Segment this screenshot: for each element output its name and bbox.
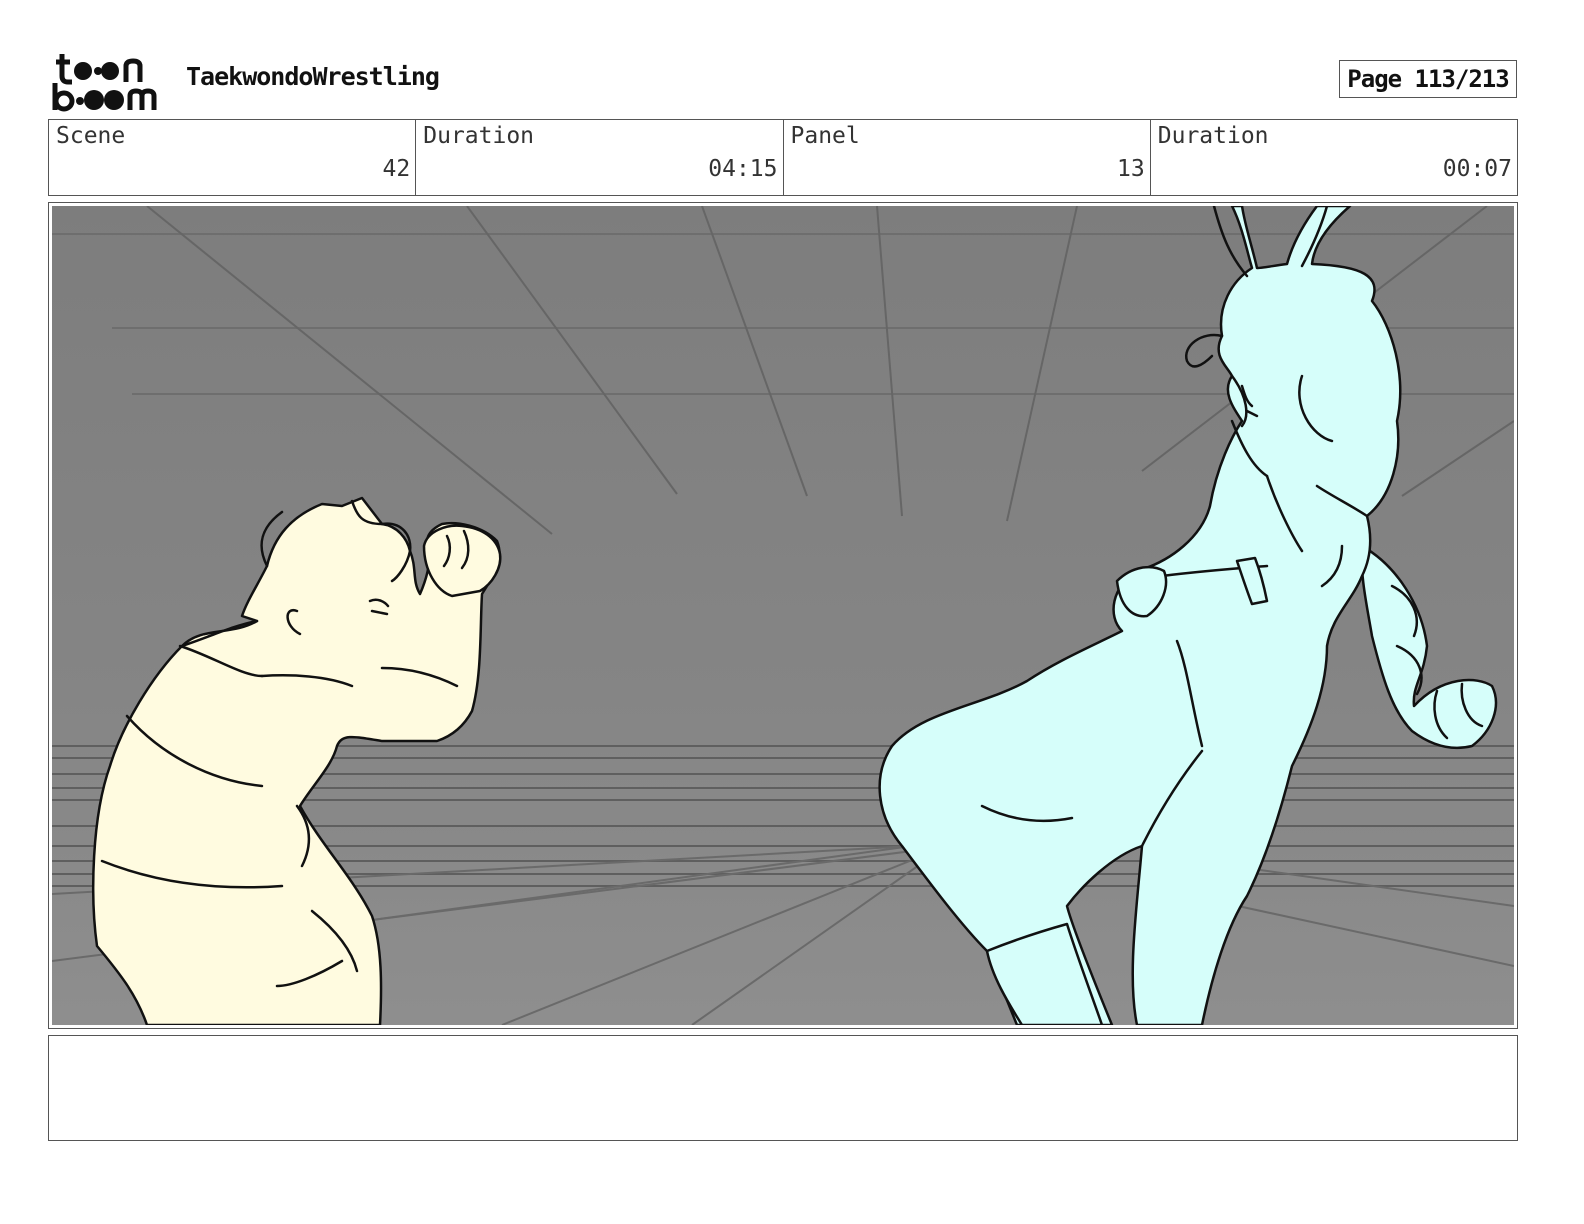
- storyboard-drawing: [52, 206, 1514, 1025]
- toon-boom-logo: [52, 54, 157, 112]
- panel-duration-value: 00:07: [1442, 156, 1512, 182]
- scene-duration-value: 04:15: [708, 156, 778, 182]
- scene-value: 42: [382, 156, 411, 182]
- panel-duration-label: Duration: [1157, 123, 1269, 149]
- scene-label: Scene: [56, 123, 126, 149]
- panel-cell: Panel 13: [784, 120, 1151, 195]
- panel-notes-box: [48, 1035, 1518, 1141]
- page-number: Page 113/213: [1339, 60, 1517, 98]
- project-title: TaekwondoWrestling: [186, 62, 440, 91]
- panel-frame: [48, 202, 1518, 1029]
- scene-info-table: Scene 42 Duration 04:15 Panel 13 Duratio…: [48, 119, 1518, 196]
- panel-label: Panel: [790, 123, 860, 149]
- scene-duration-label: Duration: [423, 123, 535, 149]
- scene-cell: Scene 42: [49, 120, 417, 195]
- panel-value: 13: [1117, 156, 1145, 182]
- panel-duration-cell: Duration 00:07: [1151, 120, 1517, 195]
- scene-duration-cell: Duration 04:15: [416, 120, 784, 195]
